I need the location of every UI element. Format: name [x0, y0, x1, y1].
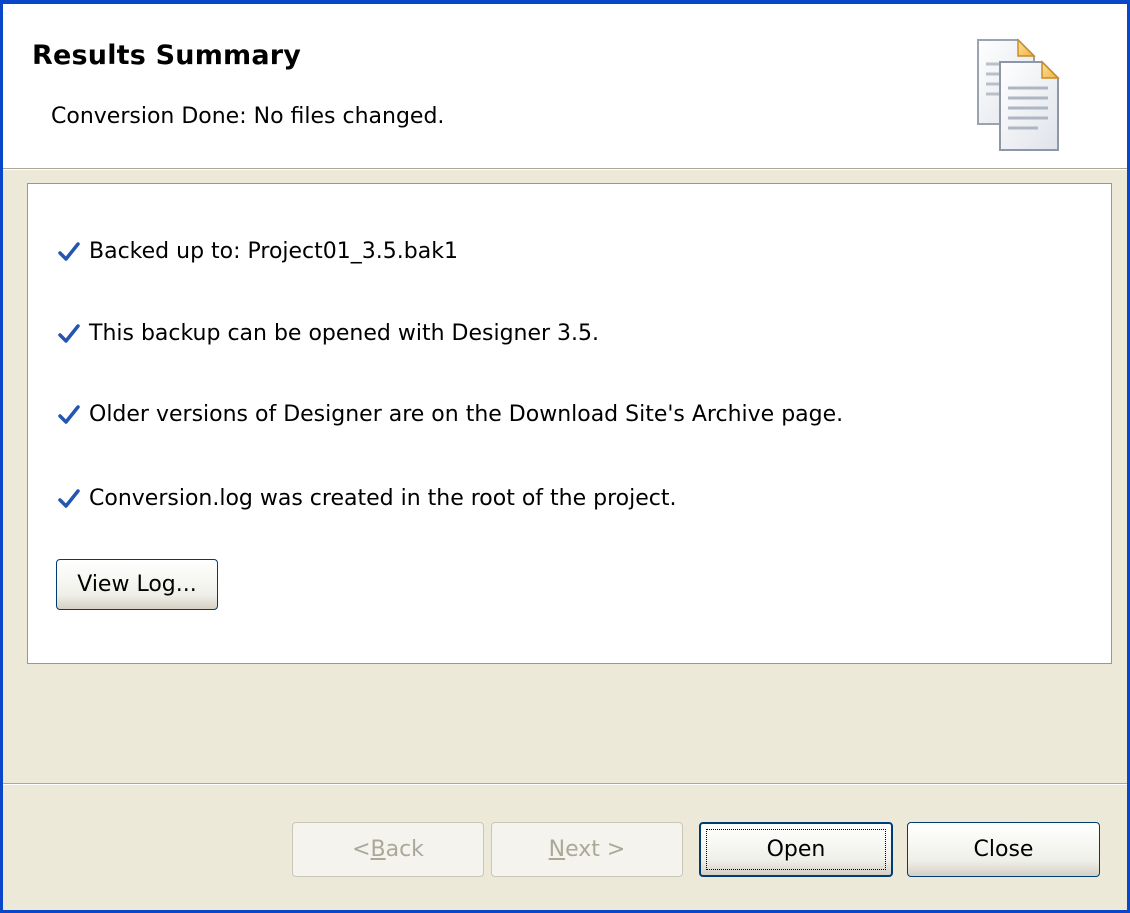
- summary-item-text: Conversion.log was created in the root o…: [89, 486, 677, 511]
- summary-item-text: This backup can be opened with Designer …: [89, 321, 600, 346]
- checkmark-icon: [58, 323, 80, 343]
- checkmark-icon: [58, 241, 80, 261]
- summary-item-text: Older versions of Designer are on the Do…: [89, 402, 844, 427]
- summary-panel: Backed up to: Project01_3.5.bak1 This ba…: [27, 183, 1112, 664]
- summary-item-text: Backed up to: Project01_3.5.bak1: [89, 239, 458, 264]
- checkmark-icon: [58, 488, 80, 508]
- next-button-mnemonic: N: [548, 837, 566, 862]
- summary-item: Backed up to: Project01_3.5.bak1: [58, 239, 458, 264]
- header-banner: Results Summary Conversion Done: No file…: [3, 4, 1127, 169]
- back-button-rest: ack: [385, 837, 424, 862]
- back-button[interactable]: < Back: [292, 822, 484, 877]
- page-subtitle: Conversion Done: No files changed.: [51, 104, 445, 129]
- checkmark-icon: [58, 404, 80, 424]
- back-button-mnemonic: B: [370, 837, 386, 862]
- view-log-button[interactable]: View Log...: [56, 559, 218, 610]
- open-button[interactable]: Open: [699, 822, 893, 877]
- next-button[interactable]: Next >: [491, 822, 683, 877]
- summary-item: Older versions of Designer are on the Do…: [58, 402, 843, 427]
- back-button-prefix: <: [352, 837, 371, 862]
- documents-icon: [977, 38, 1060, 151]
- wizard-dialog: Results Summary Conversion Done: No file…: [0, 0, 1130, 913]
- focus-ring: [706, 829, 886, 870]
- header-divider: [3, 169, 1127, 170]
- summary-item: This backup can be opened with Designer …: [58, 321, 599, 346]
- next-button-rest: ext >: [565, 837, 626, 862]
- summary-item: Conversion.log was created in the root o…: [58, 486, 676, 511]
- page-title: Results Summary: [32, 40, 302, 71]
- close-button[interactable]: Close: [907, 822, 1100, 877]
